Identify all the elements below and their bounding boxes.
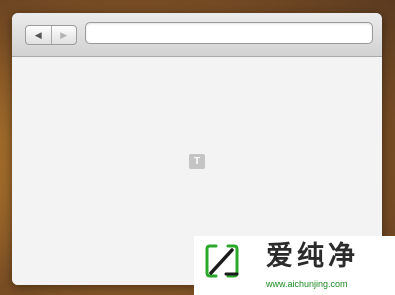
logo-icon xyxy=(205,244,239,278)
watermark: 爱纯净 www.aichunjing.com xyxy=(194,236,395,295)
text-plugin-icon: T xyxy=(189,154,205,169)
address-bar[interactable] xyxy=(85,22,373,44)
left-triangle-icon: ◀ xyxy=(34,29,42,40)
forward-button[interactable]: ▶ xyxy=(50,26,77,44)
navigation-buttons: ◀ ▶ xyxy=(25,25,77,45)
right-triangle-icon: ▶ xyxy=(60,29,68,40)
browser-toolbar: ◀ ▶ xyxy=(12,13,382,57)
back-button[interactable]: ◀ xyxy=(26,26,51,44)
watermark-title: 爱纯净 xyxy=(266,241,359,271)
watermark-url: www.aichunjing.com xyxy=(266,279,348,289)
